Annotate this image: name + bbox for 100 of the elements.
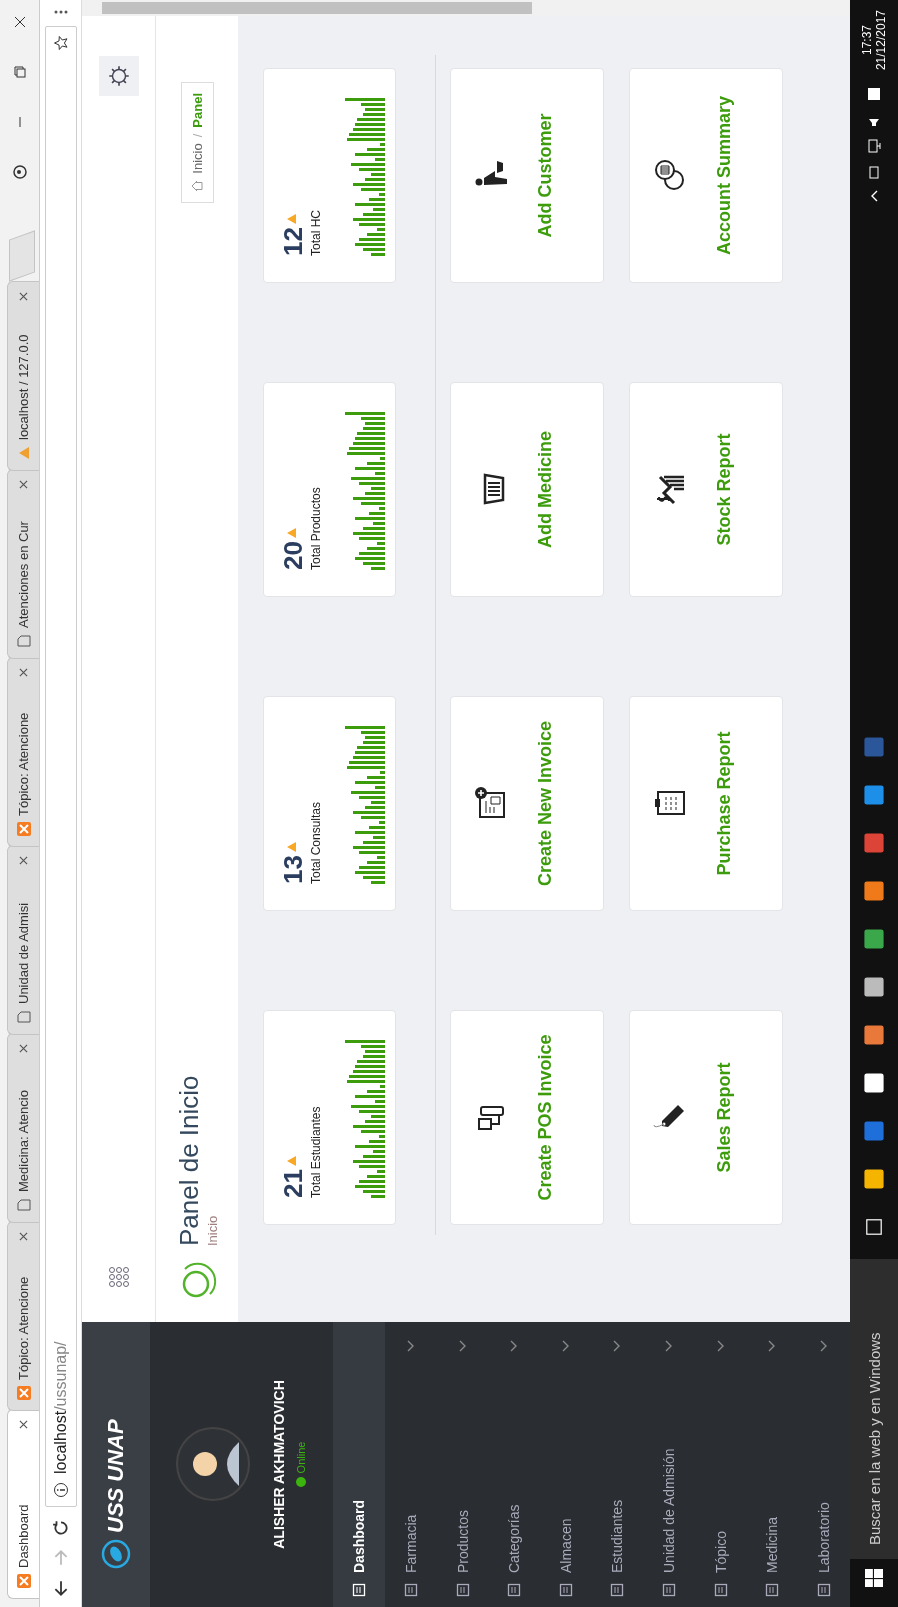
action-card[interactable]: Sales Report: [629, 1010, 783, 1225]
settings-button[interactable]: [98, 56, 139, 96]
more-icon[interactable]: [52, 10, 69, 14]
menu-item[interactable]: Almacen: [540, 1322, 592, 1607]
close-icon[interactable]: [19, 1232, 28, 1241]
tab-title: localhost / 127.0.0: [16, 333, 31, 440]
stat-value: 12: [280, 227, 306, 256]
page-icon: [16, 1198, 31, 1212]
action-card[interactable]: Create New Invoice: [450, 696, 604, 911]
breadcrumb-link[interactable]: Panel: [189, 93, 205, 128]
reload-icon[interactable]: [51, 1519, 70, 1537]
outline-square-icon: [610, 1583, 625, 1597]
taskbar-app-icon[interactable]: [862, 879, 886, 903]
stat-label: Total Consultas: [309, 800, 323, 884]
menu-item[interactable]: Categorías: [488, 1322, 540, 1607]
browser-tab[interactable]: Dashboard: [7, 1409, 39, 1599]
breadcrumb-link[interactable]: Inicio: [189, 143, 205, 174]
status-dot-icon: [296, 1477, 307, 1488]
taskbar-app-icon[interactable]: [862, 1167, 886, 1191]
user-name: ALISHER AKHMATOVICH: [271, 1380, 288, 1549]
up-triangle-icon: [287, 528, 296, 539]
outline-square-icon: [507, 1583, 522, 1597]
menu-item[interactable]: Laboratorio: [798, 1322, 850, 1607]
home-icon: [191, 179, 203, 192]
stat-value: 13: [280, 855, 306, 884]
x-logo-icon: [16, 1574, 31, 1588]
taskbar-app-icon[interactable]: [862, 927, 886, 951]
menu-item[interactable]: Medicina: [746, 1322, 799, 1607]
outline-square-icon: [455, 1583, 470, 1597]
chevron-up-icon[interactable]: [870, 190, 878, 203]
action-card[interactable]: Purchase Report: [629, 696, 783, 911]
star-icon[interactable]: [52, 35, 69, 51]
tab-title: Medicina: Atencio: [16, 1089, 31, 1192]
windows-logo-icon[interactable]: [865, 1569, 883, 1587]
address-bar[interactable]: localhost/ussunap/: [44, 26, 77, 1507]
outline-square-icon: [403, 1583, 418, 1597]
tab-title: Atenciones en Cur: [16, 520, 31, 628]
stat-label: Total Productos: [309, 486, 323, 570]
page-icon: [16, 634, 31, 648]
restore-icon[interactable]: [11, 64, 28, 80]
up-triangle-icon: [287, 842, 296, 853]
network-icon[interactable]: [866, 138, 882, 155]
user-status: Online: [295, 1441, 308, 1474]
outline-square-icon: [713, 1583, 728, 1597]
up-triangle-icon: [287, 214, 296, 225]
tab-title: Tópico: Atencione: [16, 1275, 31, 1380]
apps-grid-icon[interactable]: [107, 1266, 130, 1288]
page-title: Panel de Inicio: [174, 1075, 205, 1246]
action-card[interactable]: Account Summary: [629, 68, 783, 283]
menu-item[interactable]: Dashboard: [333, 1322, 385, 1607]
browser-tab[interactable]: Atenciones en Cur: [7, 469, 39, 659]
stat-label: Total Estudiantes: [309, 1105, 323, 1198]
taskbar-app-icon[interactable]: [862, 1023, 886, 1047]
close-icon[interactable]: [19, 480, 28, 489]
taskbar-app-icon[interactable]: [862, 1071, 886, 1095]
notification-icon[interactable]: [866, 86, 882, 103]
browser-tab[interactable]: Tópico: Atencione: [7, 1221, 39, 1411]
taskbar-app-icon[interactable]: [862, 975, 886, 999]
brand-name: USS UNAP: [102, 1419, 129, 1533]
outline-square-icon: [558, 1583, 573, 1597]
menu-item[interactable]: Tópico: [694, 1322, 747, 1607]
menu-item[interactable]: Productos: [436, 1322, 489, 1607]
menu-item[interactable]: Estudiantes: [591, 1322, 644, 1607]
clock-date: 21/12/2017: [874, 10, 888, 71]
close-icon[interactable]: [19, 856, 28, 865]
stat-value: 20: [280, 541, 306, 570]
page-icon: [16, 1010, 31, 1024]
action-card[interactable]: Add Customer: [450, 68, 604, 283]
tab-title: Unidad de Admisi: [16, 901, 31, 1004]
close-icon[interactable]: [19, 668, 28, 677]
menu-item[interactable]: Unidad de Admisión: [643, 1322, 695, 1607]
account-icon[interactable]: [11, 164, 28, 180]
outline-square-icon: [352, 1583, 367, 1597]
action-card[interactable]: Create POS Invoice: [450, 1010, 604, 1225]
close-icon[interactable]: [19, 1420, 28, 1429]
page-subtitle: Inicio: [205, 1214, 220, 1246]
browser-tab[interactable]: Medicina: Atencio: [7, 1033, 39, 1223]
tab-title: Dashboard: [16, 1503, 31, 1568]
action-card[interactable]: Stock Report: [629, 382, 783, 597]
close-icon[interactable]: [19, 292, 28, 301]
outline-square-icon: [817, 1583, 832, 1597]
menu-item[interactable]: Farmacia: [385, 1322, 437, 1607]
action-card[interactable]: Add Medicine: [450, 382, 604, 597]
browser-tab[interactable]: localhost / 127.0.0: [7, 281, 39, 471]
outline-square-icon: [662, 1583, 677, 1597]
x-logo-icon: [16, 1386, 31, 1400]
stat-label: Total HC: [309, 209, 323, 256]
clock-time: 17:37: [860, 25, 874, 56]
globe-logo-icon: [100, 1539, 131, 1569]
stat-value: 21: [280, 1169, 306, 1198]
up-triangle-icon: [287, 1156, 296, 1167]
info-icon: [52, 1482, 69, 1498]
battery-icon[interactable]: [866, 164, 882, 181]
browser-tab[interactable]: Tópico: Atencione: [7, 657, 39, 847]
close-icon[interactable]: [19, 1044, 28, 1053]
outline-square-icon: [765, 1583, 780, 1597]
taskbar-search-field[interactable]: Buscar en la web y en Windows: [850, 1259, 898, 1559]
x-logo-icon: [16, 822, 31, 836]
browser-tab[interactable]: Unidad de Admisi: [7, 845, 39, 1035]
breadcrumb-separator: /: [189, 133, 205, 138]
